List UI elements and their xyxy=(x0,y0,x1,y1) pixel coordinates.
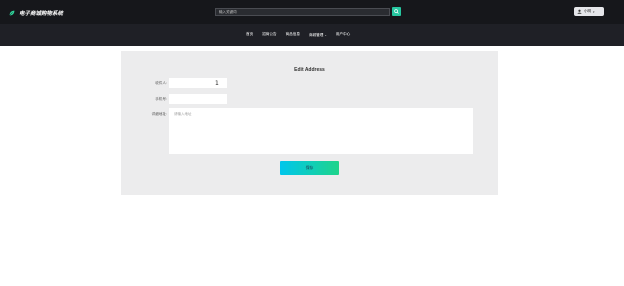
chevron-down-icon: ⌄ xyxy=(324,33,327,37)
recipient-label: 收件人: xyxy=(155,81,167,85)
search-input[interactable]: 输入关键词 xyxy=(215,8,390,16)
address-label: 详细地址: xyxy=(151,112,167,116)
address-textarea[interactable]: 请输入地址 xyxy=(169,108,473,154)
edit-address-panel: Edit Address 收件人: 1 手机号: 详细地址: 请输入地址 保存 xyxy=(121,51,498,195)
nav-item-mall-management-label: 商城管理 xyxy=(308,33,324,37)
phone-field[interactable] xyxy=(169,94,227,104)
page-title: Edit Address xyxy=(294,67,325,73)
search-placeholder: 输入关键词 xyxy=(219,10,237,14)
search-button[interactable] xyxy=(392,7,401,16)
nav-item-notice[interactable]: 招商公告 xyxy=(262,32,276,38)
recipient-value: 1 xyxy=(215,80,219,87)
chevron-down-icon: ▾ xyxy=(593,9,595,14)
recipient-field[interactable]: 1 xyxy=(169,78,227,88)
leaf-icon xyxy=(9,10,15,16)
address-placeholder: 请输入地址 xyxy=(174,112,192,116)
user-menu[interactable]: 小明 ▾ xyxy=(574,7,604,16)
top-header: 电子商城购物系统 输入关键词 小明 ▾ xyxy=(0,0,624,24)
nav-item-products[interactable]: 商品信息 xyxy=(286,32,300,38)
search-icon xyxy=(394,9,399,14)
main-nav: 首页 招商公告 商品信息 商城管理⌄ 用户中心 xyxy=(0,24,624,46)
nav-item-mall-management[interactable]: 商城管理⌄ xyxy=(309,32,327,38)
phone-label: 手机号: xyxy=(155,97,167,101)
brand-title: 电子商城购物系统 xyxy=(19,10,64,17)
nav-items: 首页 招商公告 商品信息 商城管理⌄ 用户中心 xyxy=(246,32,350,38)
user-avatar-icon xyxy=(577,9,582,14)
nav-item-user-center[interactable]: 用户中心 xyxy=(336,32,350,38)
save-button-label: 保存 xyxy=(305,165,314,170)
nav-item-home[interactable]: 首页 xyxy=(246,32,253,38)
save-button[interactable]: 保存 xyxy=(280,161,339,175)
brand[interactable]: 电子商城购物系统 xyxy=(9,8,63,17)
user-name: 小明 xyxy=(584,9,591,13)
